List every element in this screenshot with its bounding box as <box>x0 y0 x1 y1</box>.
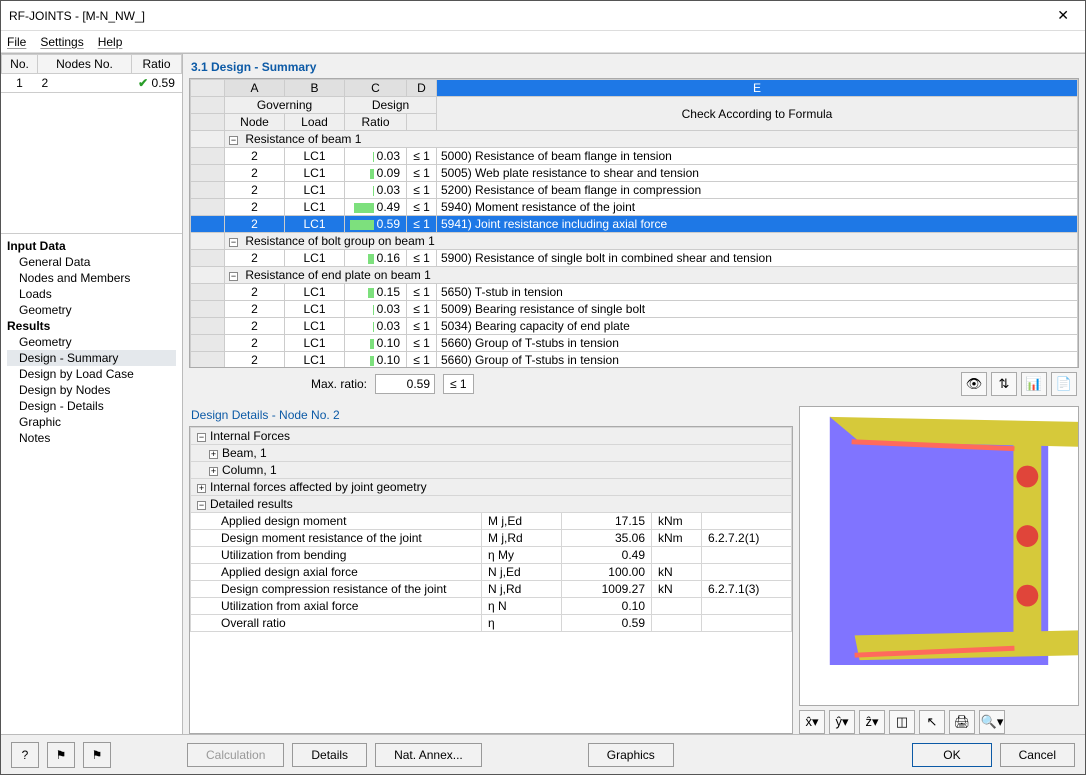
titlebar: RF-JOINTS - [M-N_NW_] ✕ <box>1 1 1085 31</box>
col-ratio[interactable]: Ratio <box>132 55 182 74</box>
ok-button[interactable]: OK <box>912 743 991 767</box>
col-nodes-no[interactable]: Nodes No. <box>38 55 132 74</box>
flag1-icon[interactable]: ⚑ <box>47 742 75 768</box>
section-title: 3.1 Design - Summary <box>189 58 1079 78</box>
grid-row[interactable]: 2LC10.16≤ 15900) Resistance of single bo… <box>191 250 1078 267</box>
left-pane: No. Nodes No. Ratio 1 2 ✔ 0.59 Input Dat… <box>1 54 183 734</box>
grid-row[interactable]: 2LC10.09≤ 15005) Web plate resistance to… <box>191 165 1078 182</box>
menubar: File Settings Help <box>1 31 1085 53</box>
tree-geometry[interactable]: Geometry <box>7 302 176 318</box>
close-icon[interactable]: ✕ <box>1049 7 1077 24</box>
details-button[interactable]: Details <box>292 743 367 767</box>
nat-annex-button[interactable]: Nat. Annex... <box>375 743 482 767</box>
grid-row[interactable]: 2LC10.03≤ 15200) Resistance of beam flan… <box>191 182 1078 199</box>
tree-design-details[interactable]: Design - Details <box>7 398 176 414</box>
menu-help[interactable]: Help <box>98 35 123 49</box>
grid-row[interactable]: 2LC10.49≤ 15940) Moment resistance of th… <box>191 199 1078 216</box>
tree-graphic[interactable]: Graphic <box>7 414 176 430</box>
calculation-button[interactable]: Calculation <box>187 743 284 767</box>
detail-row[interactable]: Utilization from bendingη My0.49 <box>191 547 792 564</box>
axis-z-icon[interactable]: ẑ▾ <box>859 710 885 734</box>
detail-row[interactable]: Overall ratioη0.59 <box>191 615 792 632</box>
detail-row[interactable]: Design moment resistance of the jointM j… <box>191 530 792 547</box>
tree-notes[interactable]: Notes <box>7 430 176 446</box>
3d-preview[interactable] <box>799 406 1079 706</box>
details-grid[interactable]: −Internal Forces +Beam, 1 +Column, 1 +In… <box>189 426 793 734</box>
grid-row[interactable]: 2LC10.03≤ 15034) Bearing capacity of end… <box>191 318 1078 335</box>
collapse-icon[interactable]: − <box>197 433 206 442</box>
cancel-button[interactable]: Cancel <box>1000 743 1075 767</box>
tree-loads[interactable]: Loads <box>7 286 176 302</box>
zoom-icon[interactable]: 🔍▾ <box>979 710 1005 734</box>
tree-nodes-members[interactable]: Nodes and Members <box>7 270 176 286</box>
print-icon[interactable]: 🖨 <box>949 710 975 734</box>
detail-row[interactable]: Applied design momentM j,Ed17.15kNm <box>191 513 792 530</box>
tree-input-data[interactable]: Input Data <box>7 238 176 254</box>
col-no[interactable]: No. <box>2 55 38 74</box>
nav-tree: Input Data General Data Nodes and Member… <box>1 233 182 734</box>
filter-icon[interactable]: ⇅ <box>991 372 1017 396</box>
nodes-row[interactable]: 1 2 ✔ 0.59 <box>2 74 182 93</box>
grid-row[interactable]: 2LC10.10≤ 15660) Group of T-stubs in ten… <box>191 335 1078 352</box>
check-icon: ✔ <box>138 76 148 90</box>
details-title: Design Details - Node No. 2 <box>189 406 793 426</box>
graphics-button[interactable]: Graphics <box>588 743 674 767</box>
footer: ? ⚑ ⚑ Calculation Details Nat. Annex... … <box>1 734 1085 774</box>
collapse-icon[interactable]: − <box>197 501 206 510</box>
tree-design-nodes[interactable]: Design by Nodes <box>7 382 176 398</box>
help-icon[interactable]: ? <box>11 742 39 768</box>
iso-icon[interactable]: ◫ <box>889 710 915 734</box>
menu-file[interactable]: File <box>7 35 26 49</box>
grid-row[interactable]: 2LC10.15≤ 15650) T-stub in tension <box>191 284 1078 301</box>
expand-icon[interactable]: + <box>209 467 218 476</box>
view-icon[interactable]: 👁 <box>961 372 987 396</box>
export-icon[interactable]: 📄 <box>1051 372 1077 396</box>
flag2-icon[interactable]: ⚑ <box>83 742 111 768</box>
max-ratio-le: ≤ 1 <box>443 374 474 394</box>
tree-design-lc[interactable]: Design by Load Case <box>7 366 176 382</box>
axis-x-icon[interactable]: x̂▾ <box>799 710 825 734</box>
summary-grid[interactable]: A B C D E Governing Design Check Accordi… <box>189 78 1079 368</box>
max-ratio-label: Max. ratio: <box>311 377 367 391</box>
grid-row[interactable]: 2LC10.03≤ 15000) Resistance of beam flan… <box>191 148 1078 165</box>
detail-row[interactable]: Applied design axial forceN j,Ed100.00kN <box>191 564 792 581</box>
axis-y-icon[interactable]: ŷ▾ <box>829 710 855 734</box>
tree-results[interactable]: Results <box>7 318 176 334</box>
grid-row[interactable]: 2LC10.03≤ 15009) Bearing resistance of s… <box>191 301 1078 318</box>
max-ratio-row: Max. ratio: ≤ 1 👁 ⇅ 📊 📄 <box>189 368 1079 400</box>
expand-icon[interactable]: + <box>197 484 206 493</box>
tree-design-summary[interactable]: Design - Summary <box>7 350 176 366</box>
grid-row[interactable]: 2LC10.59≤ 15941) Joint resistance includ… <box>191 216 1078 233</box>
cursor-icon[interactable]: ↖ <box>919 710 945 734</box>
tree-general-data[interactable]: General Data <box>7 254 176 270</box>
grid-row[interactable]: 2LC10.10≤ 15660) Group of T-stubs in ten… <box>191 352 1078 369</box>
chart-icon[interactable]: 📊 <box>1021 372 1047 396</box>
window-title: RF-JOINTS - [M-N_NW_] <box>9 9 145 23</box>
nodes-table: No. Nodes No. Ratio 1 2 ✔ 0.59 <box>1 54 182 93</box>
max-ratio-input[interactable] <box>375 374 435 394</box>
expand-icon[interactable]: + <box>209 450 218 459</box>
detail-row[interactable]: Design compression resistance of the joi… <box>191 581 792 598</box>
tree-r-geometry[interactable]: Geometry <box>7 334 176 350</box>
detail-row[interactable]: Utilization from axial forceη N0.10 <box>191 598 792 615</box>
menu-settings[interactable]: Settings <box>40 35 83 49</box>
